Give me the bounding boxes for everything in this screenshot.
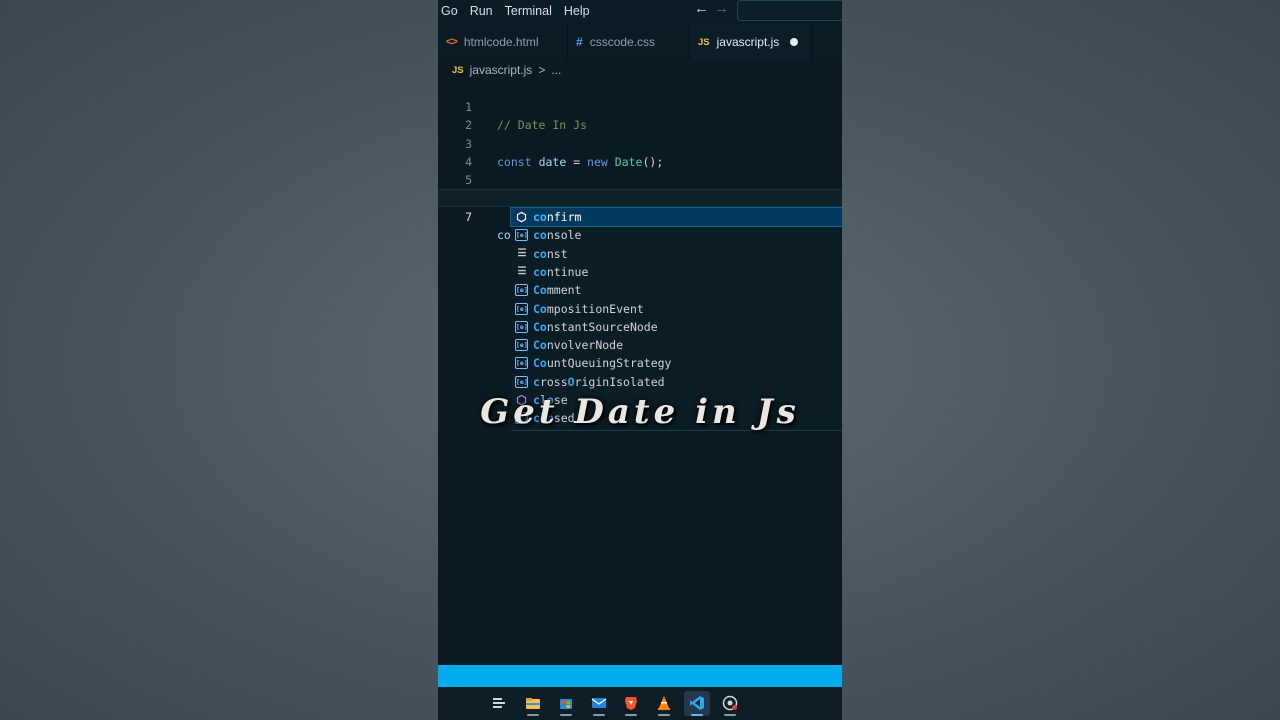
taskbar-file-explorer-button[interactable] xyxy=(520,691,546,716)
suggestion-label: ConvolverNode xyxy=(533,338,624,353)
running-indicator xyxy=(691,714,703,716)
command-center-search[interactable] xyxy=(737,0,842,21)
suggestion-item[interactable]: [e] ConvolverNode xyxy=(511,336,842,354)
tab-csscode[interactable]: # csscode.css xyxy=(568,24,690,60)
taskbar-vscode-button[interactable] xyxy=(684,691,710,716)
running-indicator xyxy=(658,714,670,716)
method-icon: ⬡ xyxy=(516,210,527,224)
code-line: 4 xyxy=(438,135,842,169)
suggestion-item[interactable]: [e] CompositionEvent xyxy=(511,300,842,318)
running-indicator xyxy=(560,714,572,716)
js-file-icon: JS xyxy=(452,64,464,76)
suggestion-label: crossOriginIsolated xyxy=(533,374,665,389)
keyword-icon: ☰ xyxy=(517,247,527,259)
running-indicator xyxy=(724,714,736,716)
running-indicator xyxy=(625,714,637,716)
taskbar-store-button[interactable] xyxy=(553,691,579,716)
suggestion-label: const xyxy=(533,246,568,261)
suggestion-label: confirm xyxy=(533,210,582,224)
variable-icon: [e] xyxy=(515,375,528,388)
taskbar xyxy=(438,687,842,720)
suggestion-item[interactable]: [e] crossOriginIsolated xyxy=(511,373,842,391)
menu-help[interactable]: Help xyxy=(558,1,596,21)
variable-icon: [e] xyxy=(515,284,528,297)
code-line: 3 const date = new Date(); xyxy=(438,117,842,169)
taskbar-mail-button[interactable] xyxy=(586,691,612,716)
variable-icon: [e] xyxy=(515,339,528,352)
tab-htmlcode[interactable]: <> htmlcode.html xyxy=(438,24,568,60)
taskbar-task-view-button[interactable] xyxy=(486,691,512,716)
code-line: 1 // Date In Js xyxy=(438,80,842,132)
js-file-icon: JS xyxy=(698,36,710,48)
suggestion-item[interactable]: [e] ConstantSourceNode xyxy=(511,318,842,336)
html-file-icon: <> xyxy=(446,36,458,48)
suggestion-label: ConstantSourceNode xyxy=(533,319,658,334)
code-line: 6 xyxy=(438,171,842,205)
code-line: 5 let dt = date.getDate(); xyxy=(438,153,842,205)
suggestion-label: CompositionEvent xyxy=(533,301,644,316)
menu-terminal[interactable]: Terminal xyxy=(499,1,558,21)
css-file-icon: # xyxy=(576,35,583,49)
status-bar xyxy=(438,665,842,687)
suggestion-label: CountQueuingStrategy xyxy=(533,356,672,371)
tab-label: htmlcode.html xyxy=(463,35,539,49)
suggestion-item[interactable]: ☰ continue xyxy=(511,263,842,281)
running-indicator xyxy=(527,714,539,716)
breadcrumb-file[interactable]: javascript.js xyxy=(470,63,533,77)
variable-icon: [e] xyxy=(515,302,528,315)
breadcrumb-symbol[interactable]: ... xyxy=(551,63,561,77)
taskbar-brave-button[interactable] xyxy=(618,691,644,716)
tab-javascript[interactable]: JS javascript.js xyxy=(690,24,812,60)
code-typed-text: co xyxy=(497,228,511,242)
suggestion-item[interactable]: [e] CountQueuingStrategy xyxy=(511,354,842,372)
tab-label: csscode.css xyxy=(589,35,656,49)
line-number: 7 xyxy=(465,210,472,224)
video-title-overlay: Get Date in Js xyxy=(480,392,800,432)
menu-bar: Go Run Terminal Help ← → xyxy=(438,0,842,22)
suggestion-item[interactable]: [e] console xyxy=(511,226,842,244)
code-line-current: 7 co xyxy=(438,189,842,242)
unsaved-dot-icon[interactable] xyxy=(790,38,799,46)
arrow-left-icon[interactable]: ← xyxy=(694,0,709,18)
vscode-screen: Go Run Terminal Help ← → <> htmlcode.htm… xyxy=(438,0,842,720)
editor-tab-bar: <> htmlcode.html # csscode.css JS javasc… xyxy=(438,24,842,60)
suggestion-label: console xyxy=(533,228,582,243)
variable-icon: [e] xyxy=(515,229,528,242)
keyword-icon: ☰ xyxy=(517,265,527,277)
tab-label: javascript.js xyxy=(716,35,780,49)
breadcrumb: JS javascript.js > ... xyxy=(452,62,561,78)
menu-run[interactable]: Run xyxy=(464,1,499,21)
breadcrumb-separator: > xyxy=(538,63,546,77)
taskbar-chrome-button[interactable] xyxy=(717,691,743,716)
suggestion-item[interactable]: ☰ const xyxy=(511,245,842,263)
running-indicator xyxy=(593,714,605,716)
suggestion-label: continue xyxy=(533,264,589,279)
taskbar-vlc-button[interactable] xyxy=(651,691,677,716)
suggestion-label: Comment xyxy=(533,283,582,298)
suggestion-item[interactable]: ⬡ confirm xyxy=(510,206,842,228)
code-line: 2 xyxy=(438,98,842,132)
suggestion-item[interactable]: [e] Comment xyxy=(511,281,842,299)
arrow-right-icon[interactable]: → xyxy=(714,0,729,18)
variable-icon: [e] xyxy=(515,320,528,333)
menu-go[interactable]: Go xyxy=(438,1,464,21)
variable-icon: [e] xyxy=(515,357,528,370)
